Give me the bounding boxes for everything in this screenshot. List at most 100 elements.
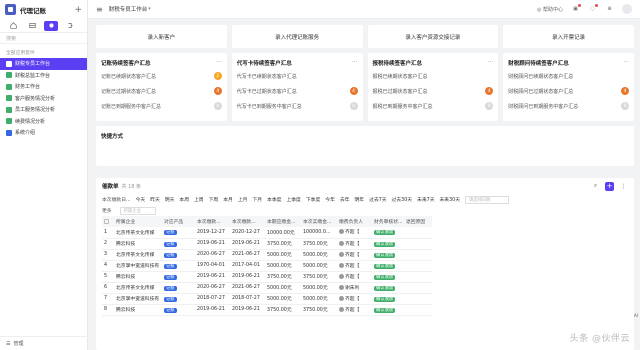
menu-icon[interactable]: ≡ <box>96 5 103 14</box>
card-row[interactable]: 记账已过期状态客户汇总 4 <box>101 85 222 97</box>
filter-chip[interactable]: 上季度 <box>286 196 300 203</box>
sidebar-item-finance[interactable]: 财务工作台 <box>0 81 87 93</box>
panel-title: 催款单 <box>102 184 119 190</box>
card-row[interactable]: 报税已到期服务中客户汇总 0 <box>373 100 494 112</box>
filter-chip[interactable]: 上周 <box>194 196 204 203</box>
table-row[interactable]: 3 北京传茶文化传媒 记账 2020-06-27 2021-06-27 5000.00元 5… <box>102 249 432 260</box>
select-all-checkbox[interactable] <box>104 218 109 224</box>
row-number: 8 <box>104 307 108 312</box>
due-date-cell: 2019-06-21 <box>232 307 260 312</box>
filter-chip[interactable]: 下季度 <box>306 196 320 203</box>
column-header[interactable]: 对应产品 <box>162 216 195 227</box>
status-tag-label: 确认收款 <box>374 274 396 280</box>
filter-chip[interactable]: 本季度 <box>267 196 281 203</box>
add-icon[interactable]: + <box>74 5 82 15</box>
card-row[interactable]: 财税顾问已过期状态客户汇总 4 <box>508 85 629 97</box>
avatar[interactable] <box>622 4 632 14</box>
card-row[interactable]: 记账已续期状态客户汇总 2 <box>101 70 222 82</box>
amount-due-cell: 5000.00元 <box>267 253 292 258</box>
card-row[interactable]: 报税已续期状态客户汇总 <box>373 70 494 82</box>
card-row[interactable]: 财税顾问已到期服务中客户汇总 0 <box>508 100 629 112</box>
product-tag-label: 记账 <box>164 296 177 302</box>
card-row[interactable]: 记账已到期服务中客户汇总 0 <box>101 100 222 112</box>
sidebar-item-intro[interactable]: 系统介绍 <box>0 127 87 139</box>
table-row[interactable]: 8 腾云科技 记账 2019-06-21 2019-06-21 3750.00元 3750.… <box>102 304 432 315</box>
more-icon[interactable]: ··· <box>216 59 222 66</box>
column-header[interactable] <box>102 216 114 227</box>
more-icon[interactable]: ⋮ <box>619 182 628 191</box>
home-icon[interactable] <box>6 21 20 31</box>
product-tag-label: 记账 <box>164 285 177 291</box>
amount-due-cell: 3750.00元 <box>267 308 292 313</box>
table-row[interactable]: 4 北京掌中宽道科技有 记账 1970-04-01 2017-04-01 5000.00元… <box>102 260 432 271</box>
filter-chip[interactable]: 昨天 <box>150 196 160 203</box>
filter-chip[interactable]: 今年 <box>325 196 335 203</box>
column-header[interactable]: 缴费负责人 <box>337 216 372 227</box>
product-tag-label: 记账 <box>164 252 177 258</box>
card-row[interactable]: 代写卡已过期状态客户汇总 4 <box>237 85 358 97</box>
page-title[interactable]: 财税专员工作台 <box>109 5 148 13</box>
gift-icon[interactable]: ▣ <box>571 3 581 14</box>
search-icon[interactable]: ⌕ <box>591 182 600 191</box>
sidebar-item-customer-analysis[interactable]: 客户服务情况分析 <box>0 93 87 105</box>
more-filter-label[interactable]: 更多 <box>102 207 112 214</box>
table-icon[interactable] <box>25 21 39 31</box>
column-header[interactable]: 财务审核状... <box>372 216 404 227</box>
owner-cell: 谢朱利 <box>337 282 372 293</box>
sidebar-item-staff-analysis[interactable]: 员工服务情况分析 <box>0 104 87 116</box>
filter-chip[interactable]: 本月 <box>223 196 233 203</box>
column-header[interactable]: 本次缴款... <box>230 216 265 227</box>
column-header[interactable]: 所属企业 <box>114 216 162 227</box>
sidebar-item-tax-specialist[interactable]: 财税专员工作台 <box>0 58 87 70</box>
plus-circle-icon[interactable]: ⊕ <box>605 5 614 14</box>
column-header[interactable]: 本次缴款... <box>195 216 230 227</box>
bell-icon[interactable]: ◌ <box>588 3 598 14</box>
sidebar-footer[interactable]: ☰ 管理 <box>0 336 88 350</box>
add-invoice-button[interactable]: 录入开票记录 <box>503 25 634 48</box>
filter-chip[interactable]: 未来30天 <box>440 196 461 203</box>
table-row[interactable]: 1 北京传茶文化传媒 记账 2019-12-27 2020-12-27 10000.00元… <box>102 227 432 238</box>
table-row[interactable]: 5 腾云科技 记账 2019-06-21 2019-06-21 3750.00元 3750.… <box>102 271 432 282</box>
column-header[interactable]: 本次实缴金... <box>301 216 337 227</box>
filter-chip[interactable]: 上月 <box>238 196 248 203</box>
filter-chip[interactable]: 明年 <box>354 196 364 203</box>
table-row[interactable]: 7 北京掌中宽道科技有 记账 2018-07-27 2018-07-27 5000.00元… <box>102 293 432 304</box>
amount-due-cell: 5000.00元 <box>267 264 292 269</box>
table-row[interactable]: 2 腾云科技 记账 2019-06-21 2019-06-21 3750.00元 3750.… <box>102 238 432 249</box>
sidebar-item-tax-director[interactable]: 财税总监工作台 <box>0 70 87 82</box>
add-record-button[interactable]: + <box>605 181 614 191</box>
add-customer-button[interactable]: 录入新客户 <box>96 25 227 48</box>
add-handover-button[interactable]: 录入客户资源交接记录 <box>367 25 499 48</box>
flow-icon[interactable] <box>63 21 77 31</box>
help-link[interactable]: ◎ 帮助中心 <box>537 6 563 13</box>
filter-chip[interactable]: 本周 <box>179 196 189 203</box>
card-row[interactable]: 代写卡已到期服务中客户汇总 0 <box>237 100 358 112</box>
more-icon[interactable]: ··· <box>352 59 358 66</box>
company-select[interactable]: 所属企业 <box>119 206 156 215</box>
filter-chip[interactable]: 今天 <box>136 196 146 203</box>
filter-chip[interactable]: 过去7天 <box>369 196 386 203</box>
filter-chip[interactable]: 过去30天 <box>392 196 413 203</box>
chevron-down-icon[interactable]: ▾ <box>148 6 151 12</box>
filter-chip[interactable]: 去年 <box>340 196 350 203</box>
filter-chip[interactable]: 下月 <box>252 196 262 203</box>
table-row[interactable]: 6 北京传茶文化传媒 记账 2020-06-27 2021-06-27 5000.00元 5… <box>102 282 432 293</box>
sidebar-item-renewal-analysis[interactable]: 续费情况分析 <box>0 116 87 128</box>
more-icon[interactable]: ··· <box>623 59 629 66</box>
card-row[interactable]: 报税已过期状态客户汇总 4 <box>373 85 494 97</box>
ai-float-button[interactable]: AI <box>632 314 640 319</box>
filter-chip[interactable]: 下周 <box>209 196 219 203</box>
card-row[interactable]: 财税顾问已续期状态客户汇总 <box>508 70 629 82</box>
add-bookkeeping-button[interactable]: 录入代理记账服务 <box>231 25 363 48</box>
card-row[interactable]: 代写卡已续期状态客户汇总 <box>237 70 358 82</box>
sidebar-search[interactable]: 搜索 <box>0 33 87 44</box>
owner: 齐超【 <box>339 228 359 235</box>
count-badge: 4 <box>485 87 494 95</box>
column-header[interactable]: 本期应缴金... <box>265 216 301 227</box>
filter-chip[interactable]: 明天 <box>165 196 175 203</box>
column-header[interactable]: 退回原因 <box>404 216 432 227</box>
more-icon[interactable]: ··· <box>488 59 494 66</box>
app-tab-icon[interactable] <box>44 20 58 31</box>
date-picker[interactable]: 请选择日期 <box>465 195 509 204</box>
filter-chip[interactable]: 未来7天 <box>417 196 434 203</box>
